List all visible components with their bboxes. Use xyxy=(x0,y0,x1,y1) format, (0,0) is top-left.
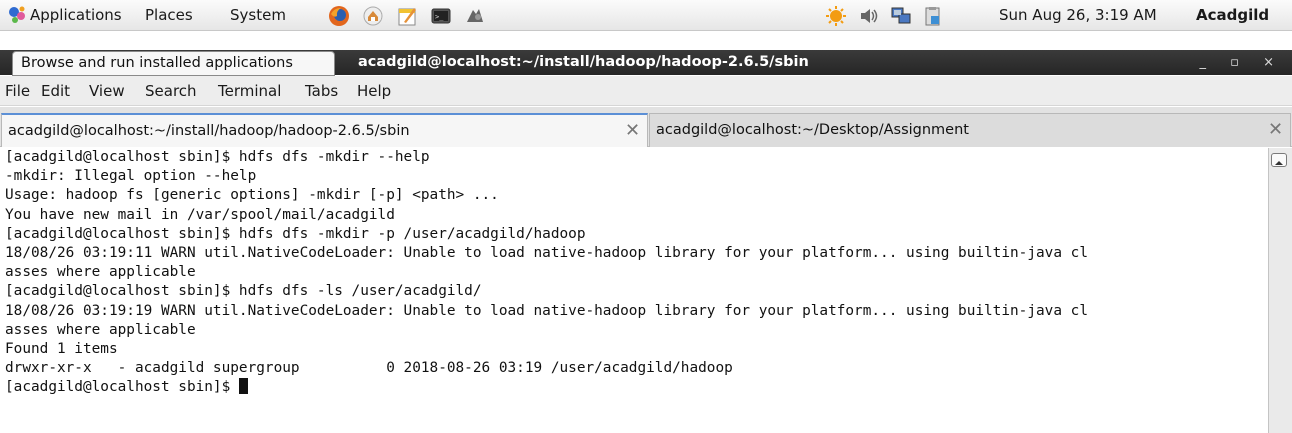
clipboard-icon[interactable] xyxy=(922,5,944,27)
terminal-line: [acadgild@localhost sbin]$ hdfs dfs -mkd… xyxy=(5,225,586,242)
close-icon[interactable]: ✕ xyxy=(625,115,640,147)
chevron-up-icon xyxy=(1275,161,1283,165)
terminal-line: 18/08/26 03:19:11 WARN util.NativeCodeLo… xyxy=(5,244,1088,261)
menu-terminal[interactable]: Terminal xyxy=(218,76,281,106)
tab-label: acadgild@localhost:~/Desktop/Assignment xyxy=(656,122,969,138)
top-panel: Applications Places System >_ Sun Aug 26… xyxy=(0,0,1292,31)
menu-search[interactable]: Search xyxy=(145,76,197,106)
terminal-scrollbar[interactable] xyxy=(1268,148,1292,433)
tab-bar: acadgild@localhost:~/install/hadoop/hado… xyxy=(0,107,1292,147)
gnome-foot-icon[interactable] xyxy=(6,4,28,26)
terminal-line: You have new mail in /var/spool/mail/aca… xyxy=(5,206,395,223)
terminal-line: [acadgild@localhost sbin]$ hdfs dfs -mkd… xyxy=(5,149,430,165)
network-icon[interactable] xyxy=(890,5,912,27)
screenshot-icon[interactable] xyxy=(464,5,486,27)
updates-icon[interactable] xyxy=(825,5,847,27)
terminal-prompt-line[interactable]: [acadgild@localhost sbin]$ xyxy=(0,378,1268,397)
terminal-line: Found 1 items xyxy=(5,340,118,357)
menu-edit[interactable]: Edit xyxy=(41,76,70,106)
volume-icon[interactable] xyxy=(858,5,880,27)
terminal-icon[interactable]: >_ xyxy=(430,5,452,27)
text-editor-icon[interactable] xyxy=(396,5,418,27)
scroll-up-button[interactable] xyxy=(1271,153,1287,167)
terminal-line: asses where applicable xyxy=(5,321,196,338)
clock[interactable]: Sun Aug 26, 3:19 AM xyxy=(999,0,1157,31)
tooltip: Browse and run installed applications xyxy=(12,51,335,76)
menu-file[interactable]: File xyxy=(5,76,30,106)
terminal-output[interactable]: [acadgild@localhost sbin]$ hdfs dfs -mkd… xyxy=(0,148,1268,433)
tab-assignment[interactable]: acadgild@localhost:~/Desktop/Assignment … xyxy=(649,113,1291,147)
window-controls[interactable]: _ ▫ × xyxy=(1200,50,1284,75)
menu-view[interactable]: View xyxy=(89,76,125,106)
svg-text:>_: >_ xyxy=(435,13,444,21)
terminal-prompt: [acadgild@localhost sbin]$ xyxy=(5,379,239,396)
places-menu[interactable]: Places xyxy=(145,0,193,31)
close-icon[interactable]: ✕ xyxy=(1268,114,1283,146)
firefox-icon[interactable] xyxy=(328,5,350,27)
terminal-line: Usage: hadoop fs [generic options] -mkdi… xyxy=(5,187,499,204)
user-menu[interactable]: Acadgild xyxy=(1196,0,1269,31)
menu-bar: File Edit View Search Terminal Tabs Help xyxy=(0,76,1292,106)
system-menu[interactable]: System xyxy=(230,0,286,31)
tab-label: acadgild@localhost:~/install/hadoop/hado… xyxy=(8,123,410,139)
terminal-line: 18/08/26 03:19:19 WARN util.NativeCodeLo… xyxy=(5,302,1088,319)
text-cursor xyxy=(238,378,248,395)
terminal-line: -mkdir: Illegal option --help xyxy=(5,168,257,185)
applications-menu[interactable]: Applications xyxy=(30,0,122,31)
menu-help[interactable]: Help xyxy=(357,76,391,106)
menu-tabs[interactable]: Tabs xyxy=(305,76,338,106)
tab-sbin[interactable]: acadgild@localhost:~/install/hadoop/hado… xyxy=(1,113,648,147)
network-places-icon[interactable] xyxy=(362,5,384,27)
window-title: acadgild@localhost:~/install/hadoop/hado… xyxy=(358,54,809,70)
terminal-line: asses where applicable xyxy=(5,264,196,281)
terminal-line: drwxr-xr-x - acadgild supergroup 0 2018-… xyxy=(5,360,733,377)
terminal-line: [acadgild@localhost sbin]$ hdfs dfs -ls … xyxy=(5,283,482,300)
